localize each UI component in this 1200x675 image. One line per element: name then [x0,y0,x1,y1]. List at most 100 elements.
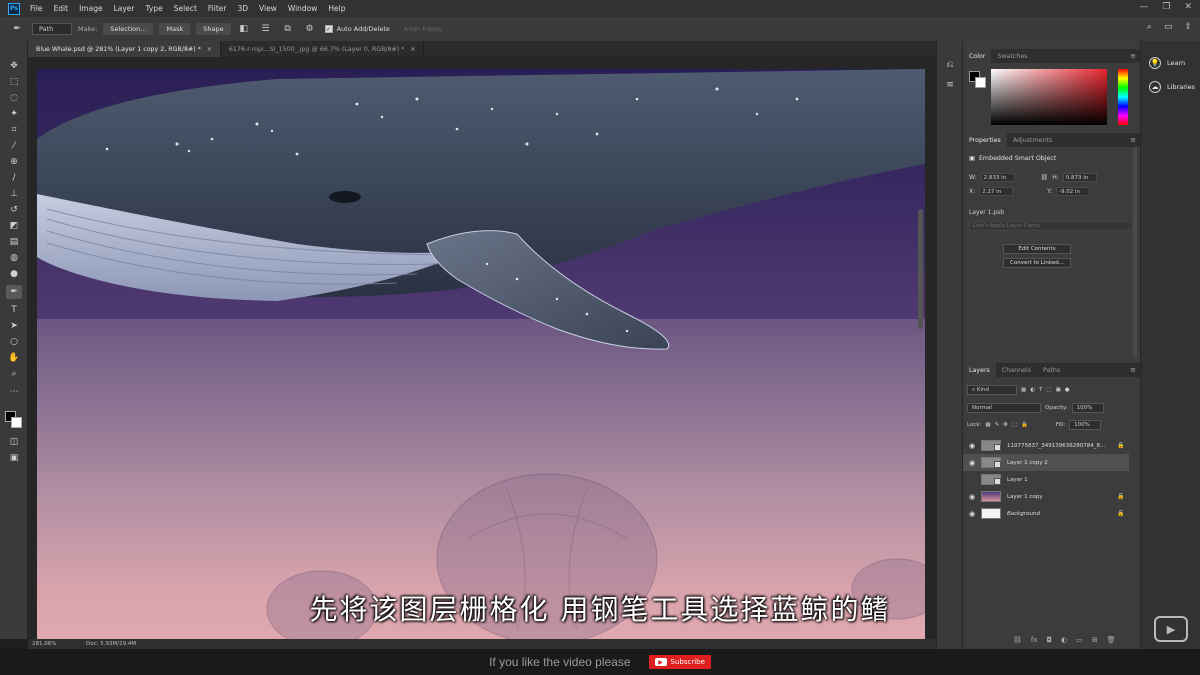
menu-filter[interactable]: Filter [208,4,227,13]
opacity-field[interactable]: 100% [1071,403,1104,413]
tab-color[interactable]: Color [963,49,992,63]
path-operations-icon[interactable]: ◧ [237,23,251,35]
visibility-eye-icon[interactable]: ◉ [963,459,981,467]
lock-transparent-icon[interactable]: ▦ [985,422,990,428]
filter-pixel-icon[interactable]: ▦ [1021,387,1026,393]
menu-layer[interactable]: Layer [114,4,135,13]
tab-swatches[interactable]: Swatches [991,49,1033,63]
y-field[interactable]: -9.02 in [1056,187,1091,196]
settings-gear-icon[interactable]: ⚙ [303,23,317,35]
layer-row[interactable]: ◉ Layer 1 copy 2 [963,454,1129,471]
menu-3d[interactable]: 3D [237,4,248,13]
filter-smart-object-icon[interactable]: ▣ [1056,387,1061,393]
lock-image-icon[interactable]: ✎ [995,422,1000,428]
libraries-item[interactable]: ☁ Libraries [1149,81,1195,93]
tab-paths[interactable]: Paths [1037,363,1066,377]
zoom-level[interactable]: 281.06% [32,641,82,647]
path-selection-tool-icon[interactable]: ➤ [6,319,22,333]
fill-field[interactable]: 100% [1069,420,1102,430]
filter-shape-icon[interactable]: ⬚ [1046,387,1051,393]
filter-type-icon[interactable]: T [1039,387,1042,393]
visibility-eye-icon[interactable]: ◉ [963,510,981,518]
crop-tool-icon[interactable]: ⌗ [6,123,22,137]
lock-all-icon[interactable]: 🔒 [1021,422,1028,428]
menu-help[interactable]: Help [328,4,345,13]
document-tab-blue-whale[interactable]: Blue Whale.psd @ 281% (Layer 1 copy 2, R… [28,41,221,57]
menu-file[interactable]: File [30,4,43,13]
magic-wand-tool-icon[interactable]: ✦ [6,107,22,121]
history-panel-icon[interactable]: ⎌ [944,59,956,71]
vertical-scrollbar[interactable] [918,209,923,329]
healing-brush-tool-icon[interactable]: ⊕ [6,155,22,169]
zoom-tool-icon[interactable]: ⌕ [6,367,22,381]
tab-close-icon[interactable]: ✕ [410,46,415,53]
layer-style-icon[interactable]: fx [1031,636,1038,644]
x-field[interactable]: 2.27 in [979,187,1014,196]
history-brush-tool-icon[interactable]: ↺ [6,203,22,217]
color-picker-field[interactable] [991,69,1107,125]
visibility-eye-icon[interactable]: ◉ [963,442,981,450]
link-icon[interactable]: ⛓ [1041,174,1049,181]
background-color-swatch[interactable] [975,77,986,88]
background-color-swatch[interactable] [11,417,22,428]
panel-menu-icon[interactable]: ≡ [1130,366,1136,374]
lasso-tool-icon[interactable]: ◌ [6,91,22,105]
learn-item[interactable]: 💡 Learn [1149,57,1185,69]
pen-tool-icon[interactable]: ✒ [6,285,22,299]
menu-view[interactable]: View [259,4,277,13]
clone-stamp-tool-icon[interactable]: ⊥ [6,187,22,201]
search-icon[interactable]: ⌕ [1147,22,1152,32]
tool-mode-select[interactable]: Path [32,23,72,35]
menu-edit[interactable]: Edit [54,4,69,13]
tab-channels[interactable]: Channels [996,363,1037,377]
minimize-button[interactable]: — [1139,2,1148,12]
marquee-tool-icon[interactable]: ⬚ [6,75,22,89]
canvas-area[interactable] [28,57,936,639]
close-button[interactable]: ✕ [1184,2,1192,12]
restore-button[interactable]: ❐ [1162,2,1170,12]
visibility-eye-icon[interactable]: ◉ [963,493,981,501]
tab-adjustments[interactable]: Adjustments [1007,133,1058,147]
width-field[interactable]: 2.833 in [980,173,1015,182]
menu-window[interactable]: Window [288,4,318,13]
make-shape-button[interactable]: Shape [196,23,231,35]
tab-close-icon[interactable]: ✕ [207,46,212,53]
blur-tool-icon[interactable]: ◍ [6,251,22,265]
lock-position-icon[interactable]: ✥ [1003,422,1008,428]
auto-add-delete-checkbox[interactable]: ✓ [324,25,333,33]
height-field[interactable]: 0.873 in [1062,173,1097,182]
gradient-tool-icon[interactable]: ▤ [6,235,22,249]
add-mask-icon[interactable]: ◘ [1047,636,1053,644]
filter-adjustment-icon[interactable]: ◐ [1030,387,1035,393]
color-panel-swatches[interactable] [969,71,987,89]
type-tool-icon[interactable]: T [6,303,22,317]
filter-toggle-icon[interactable]: ● [1065,387,1070,393]
dodge-tool-icon[interactable]: ● [6,267,22,281]
document-size[interactable]: Doc: 5.93M/29.4M [86,641,136,647]
document-tab-jpg[interactable]: 6176-r-ropi...Sl_1500_.jpg @ 66.7% (Laye… [221,41,425,57]
subscribe-button[interactable]: ▶ Subscribe [648,655,711,669]
share-icon[interactable]: ⇪ [1184,22,1192,32]
path-alignment-icon[interactable]: ☰ [259,23,273,35]
properties-scrollbar[interactable] [1133,147,1137,357]
more-tools-icon[interactable]: ⋯ [6,385,22,399]
link-layers-icon[interactable]: ⛓ [1013,636,1022,644]
menu-select[interactable]: Select [174,4,197,13]
brush-tool-icon[interactable]: / [6,171,22,185]
panel-menu-icon[interactable]: ≡ [1130,136,1136,144]
eraser-tool-icon[interactable]: ◩ [6,219,22,233]
properties-panel-icon[interactable]: ≡ [944,79,956,91]
convert-to-linked-button[interactable]: Convert to Linked... [1003,258,1071,268]
make-selection-button[interactable]: Selection... [103,23,154,35]
quick-mask-icon[interactable]: ◫ [6,435,22,449]
screen-mode-icon[interactable]: ▣ [6,451,22,465]
tab-layers[interactable]: Layers [963,363,996,377]
ellipse-tool-icon[interactable]: ○ [6,335,22,349]
pen-tool-preset-icon[interactable]: ✒ [10,23,24,35]
menu-type[interactable]: Type [146,4,163,13]
workspace-icon[interactable]: ▭ [1164,22,1173,32]
path-arrangement-icon[interactable]: ⧉ [281,23,295,35]
eyedropper-tool-icon[interactable]: ⁄ [6,139,22,153]
foreground-background-colors[interactable] [5,411,25,431]
new-layer-icon[interactable]: ⊞ [1092,636,1098,644]
